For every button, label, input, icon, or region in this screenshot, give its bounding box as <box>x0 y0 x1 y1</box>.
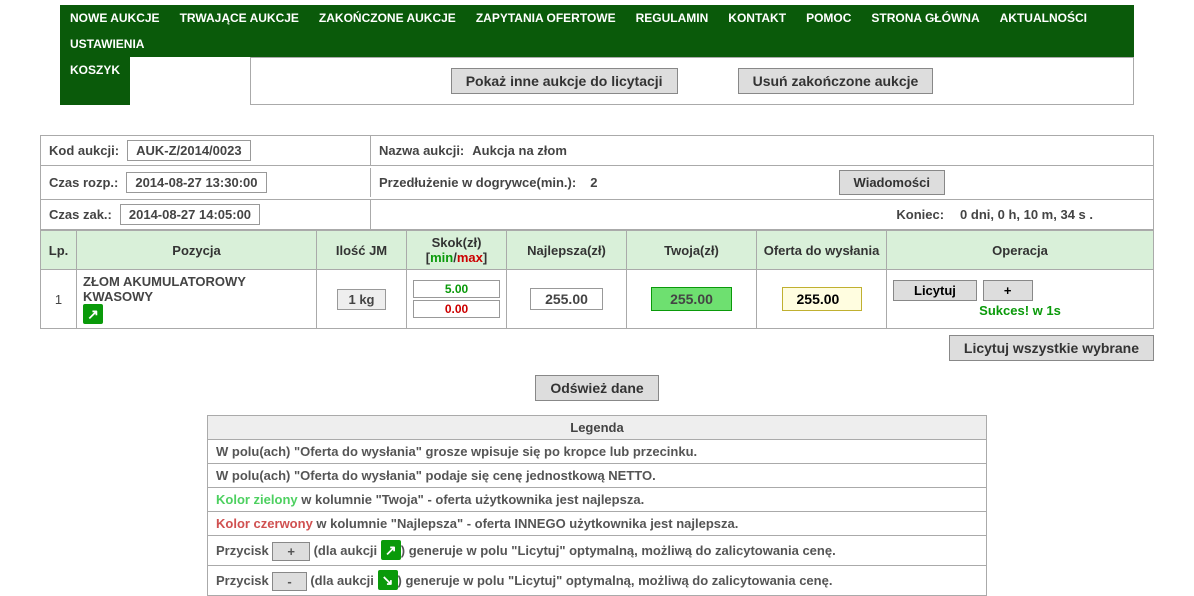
col-position: Pozycja <box>77 231 317 270</box>
col-offer: Oferta do wysłania <box>757 231 887 270</box>
table-row: 1 ZŁOM AKUMULATOROWY KWASOWY ↗ 1 kg 5.00… <box>41 270 1154 329</box>
nav-contact[interactable]: KONTAKT <box>718 5 796 31</box>
main-nav: NOWE AUKCJE TRWAJĄCE AUKCJE ZAKOŃCZONE A… <box>60 5 1134 57</box>
end-label: Czas zak.: <box>49 207 112 222</box>
nav-secondary: KOSZYK <box>60 57 130 105</box>
legend-row-2: W polu(ach) "Oferta do wysłania" podaje … <box>208 464 987 488</box>
start-label: Czas rozp.: <box>49 175 118 190</box>
auction-start: 2014-08-27 13:30:00 <box>126 172 266 193</box>
col-operation: Operacja <box>887 231 1154 270</box>
legend-title: Legenda <box>208 416 987 440</box>
remain-value: 0 dni, 0 h, 10 m, 34 s . <box>960 207 1093 222</box>
legend-row-4: Kolor czerwony w kolumnie "Najlepsza" - … <box>208 512 987 536</box>
step-min: 5.00 <box>413 280 500 298</box>
legend-minus-icon: - <box>272 572 306 591</box>
nav-help[interactable]: POMOC <box>796 5 861 31</box>
success-msg: Sukces! w 1s <box>893 303 1147 318</box>
extension-label: Przedłużenie w dogrywce(min.): <box>379 175 576 190</box>
show-other-auctions-button[interactable]: Pokaż inne aukcje do licytacji <box>451 68 678 94</box>
name-label: Nazwa aukcji: <box>379 143 464 158</box>
col-lp: Lp. <box>41 231 77 270</box>
your-price: 255.00 <box>651 287 732 311</box>
row-qty: 1 kg <box>337 289 385 310</box>
nav-home[interactable]: STRONA GŁÓWNA <box>861 5 989 31</box>
auction-name: Aukcja na złom <box>472 143 567 158</box>
legend-table: Legenda W polu(ach) "Oferta do wysłania"… <box>207 415 987 596</box>
auction-end: 2014-08-27 14:05:00 <box>120 204 260 225</box>
legend-row-6: Przycisk - (dla aukcji ↘) generuje w pol… <box>208 566 987 596</box>
up-arrow-icon: ↗ <box>381 540 401 560</box>
nav-finished-auctions[interactable]: ZAKOŃCZONE AUKCJE <box>309 5 466 31</box>
nav-rules[interactable]: REGULAMIN <box>626 5 719 31</box>
messages-button[interactable]: Wiadomości <box>839 170 945 195</box>
nav-cart[interactable]: KOSZYK <box>60 57 130 105</box>
auction-code: AUK-Z/2014/0023 <box>127 140 251 161</box>
col-qty: Ilość JM <box>317 231 407 270</box>
offer-input[interactable] <box>782 287 862 311</box>
bid-all-button[interactable]: Licytuj wszystkie wybrane <box>949 335 1154 361</box>
auction-info: Kod aukcji: AUK-Z/2014/0023 Nazwa aukcji… <box>40 135 1154 230</box>
remove-finished-button[interactable]: Usuń zakończone aukcje <box>738 68 934 94</box>
nav-ongoing-auctions[interactable]: TRWAJĄCE AUKCJE <box>170 5 309 31</box>
best-price: 255.00 <box>530 288 603 310</box>
code-label: Kod aukcji: <box>49 143 119 158</box>
top-actions-bar: Pokaż inne aukcje do licytacji Usuń zako… <box>250 57 1134 105</box>
legend-plus-icon: + <box>272 542 310 561</box>
legend-row-5: Przycisk + (dla aukcji ↗) generuje w pol… <box>208 536 987 566</box>
legend-row-3: Kolor zielony w kolumnie "Twoja" - ofert… <box>208 488 987 512</box>
step-max: 0.00 <box>413 300 500 318</box>
col-best: Najlepsza(zł) <box>507 231 627 270</box>
nav-new-auctions[interactable]: NOWE AUKCJE <box>60 5 170 31</box>
up-arrow-icon[interactable]: ↗ <box>83 304 103 324</box>
legend-row-1: W polu(ach) "Oferta do wysłania" grosze … <box>208 440 987 464</box>
down-arrow-icon: ↘ <box>378 570 398 590</box>
plus-button[interactable]: + <box>983 280 1033 301</box>
refresh-button[interactable]: Odśwież dane <box>535 375 658 401</box>
col-step: Skok(zł) [min/max] <box>407 231 507 270</box>
nav-news[interactable]: AKTUALNOŚCI <box>990 5 1097 31</box>
nav-settings[interactable]: USTAWIENIA <box>60 31 154 57</box>
auction-table: Lp. Pozycja Ilość JM Skok(zł) [min/max] … <box>40 230 1154 329</box>
row-position: ZŁOM AKUMULATOROWY KWASOWY ↗ <box>77 270 317 329</box>
extension-value: 2 <box>590 175 597 190</box>
row-lp: 1 <box>41 270 77 329</box>
nav-offer-requests[interactable]: ZAPYTANIA OFERTOWE <box>466 5 626 31</box>
bid-button[interactable]: Licytuj <box>893 280 977 301</box>
col-yours: Twoja(zł) <box>627 231 757 270</box>
remain-label: Koniec: <box>896 207 944 222</box>
